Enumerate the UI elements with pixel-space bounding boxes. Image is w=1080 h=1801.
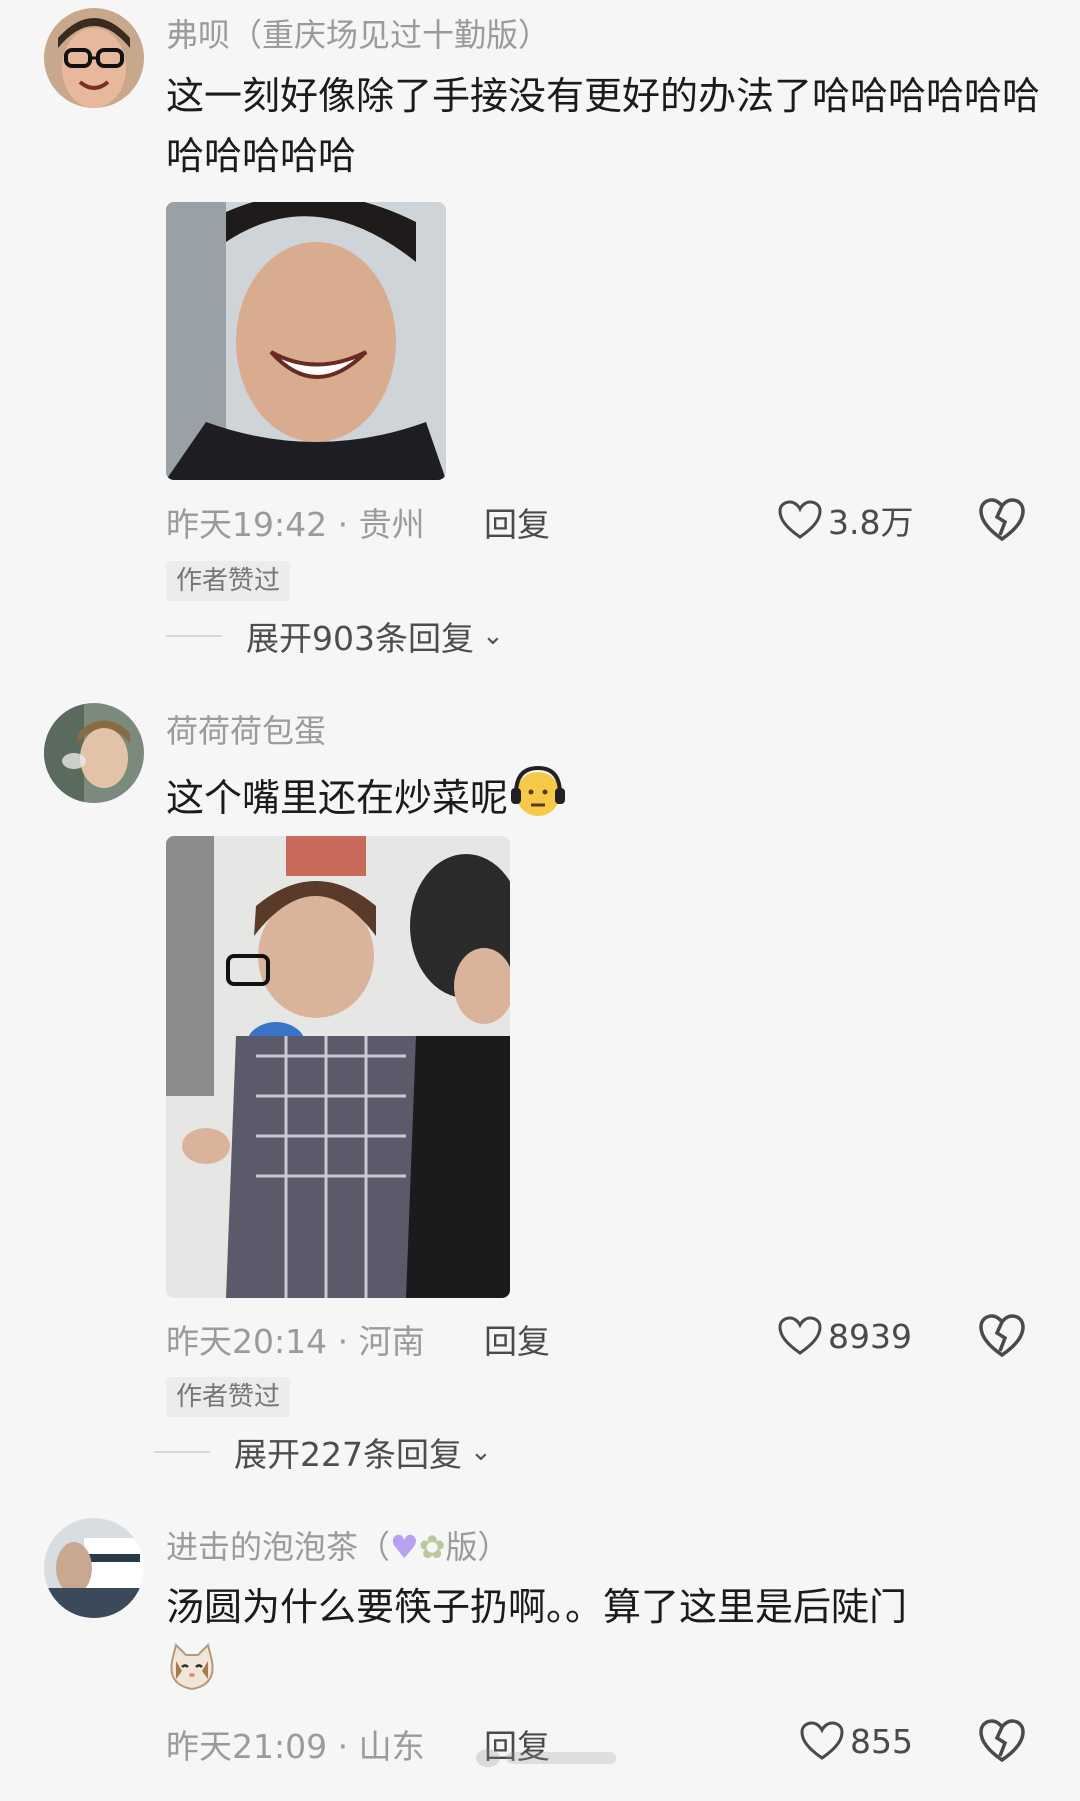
broken-heart-icon — [979, 1719, 1025, 1763]
comment-text-content: 汤圆为什么要筷子扔啊。。算了这里是后陡门 — [166, 1585, 908, 1629]
author-liked-badge: 作者赞过 — [166, 561, 291, 601]
location: 河南 — [358, 1322, 425, 1361]
avatar[interactable] — [44, 8, 144, 108]
comment-image[interactable] — [166, 202, 446, 480]
comment-meta: 昨天19:42 · 贵州 — [166, 498, 425, 546]
photo-image — [166, 202, 446, 480]
divider-line — [166, 635, 222, 637]
heart-outline-icon — [778, 500, 822, 539]
expand-replies-button[interactable]: 展开227条回复 ⌄ — [154, 1428, 492, 1476]
like-count: 8939 — [828, 1316, 912, 1356]
headphone-emoji-icon — [508, 762, 568, 839]
broken-heart-icon — [979, 1314, 1025, 1358]
username[interactable]: 弗呗（重庆场见过十勤版） — [166, 10, 550, 56]
heart-outline-icon — [778, 1316, 822, 1355]
chevron-down-icon: ⌄ — [470, 1437, 492, 1467]
reply-button[interactable]: 回复 — [484, 1315, 550, 1363]
dislike-button[interactable] — [978, 1718, 1026, 1764]
like-button[interactable]: 8939 — [778, 1311, 928, 1361]
chevron-down-icon: ⌄ — [482, 621, 504, 651]
purple-heart-emoji-icon: ♥ — [390, 1528, 419, 1566]
avatar-image-icon — [44, 8, 144, 108]
meta-separator: · — [337, 1322, 349, 1361]
divider-line — [154, 1451, 210, 1453]
avatar[interactable] — [44, 703, 144, 803]
cat-emoji-icon — [166, 1641, 1046, 1710]
like-button[interactable]: 855 — [800, 1716, 950, 1766]
heart-outline-icon — [800, 1721, 844, 1760]
comment-meta: 昨天21:09 · 山东 — [166, 1720, 425, 1768]
username-prefix: 进击的泡泡茶（ — [166, 1528, 391, 1566]
sprout-emoji-icon: ✿ — [418, 1528, 446, 1566]
expand-label: 展开903条回复 — [246, 619, 474, 658]
broken-heart-icon — [979, 498, 1025, 542]
comment-text-content: 这个嘴里还在炒菜呢 — [166, 776, 509, 820]
avatar[interactable] — [44, 1518, 144, 1618]
author-liked-badge: 作者赞过 — [166, 1377, 291, 1417]
username[interactable]: 荷荷荷包蛋 — [166, 706, 326, 752]
location: 山东 — [358, 1727, 425, 1766]
like-count: 3.8万 — [828, 503, 914, 542]
username-suffix: 版） — [445, 1528, 510, 1566]
like-button[interactable]: 3.8万 — [778, 495, 928, 545]
reply-button[interactable]: 回复 — [484, 498, 550, 546]
watermark-logo — [472, 1742, 622, 1772]
dislike-button[interactable] — [978, 497, 1026, 543]
meta-separator: · — [337, 505, 349, 544]
timestamp: 昨天19:42 — [166, 505, 328, 544]
meta-separator: · — [337, 1727, 349, 1766]
avatar-image-icon — [44, 1518, 144, 1618]
username[interactable]: 进击的泡泡茶（♥✿版） — [166, 1522, 510, 1568]
location: 贵州 — [358, 505, 425, 544]
comment-text: 汤圆为什么要筷子扔啊。。算了这里是后陡门 — [166, 1577, 1046, 1710]
comment-image[interactable] — [166, 836, 510, 1298]
expand-replies-button[interactable]: 展开903条回复 ⌄ — [166, 612, 504, 660]
expand-label: 展开227条回复 — [234, 1435, 462, 1474]
timestamp: 昨天21:09 — [166, 1727, 328, 1766]
dislike-button[interactable] — [978, 1313, 1026, 1359]
comment-meta: 昨天20:14 · 河南 — [166, 1315, 425, 1363]
avatar-image-icon — [44, 703, 144, 803]
timestamp: 昨天20:14 — [166, 1322, 328, 1361]
like-count: 855 — [850, 1721, 913, 1761]
comment-text: 这个嘴里还在炒菜呢 — [166, 762, 1046, 839]
comment-text: 这一刻好像除了手接没有更好的办法了哈哈哈哈哈哈哈哈哈哈哈 — [166, 74, 1041, 178]
photo-image — [166, 836, 510, 1298]
